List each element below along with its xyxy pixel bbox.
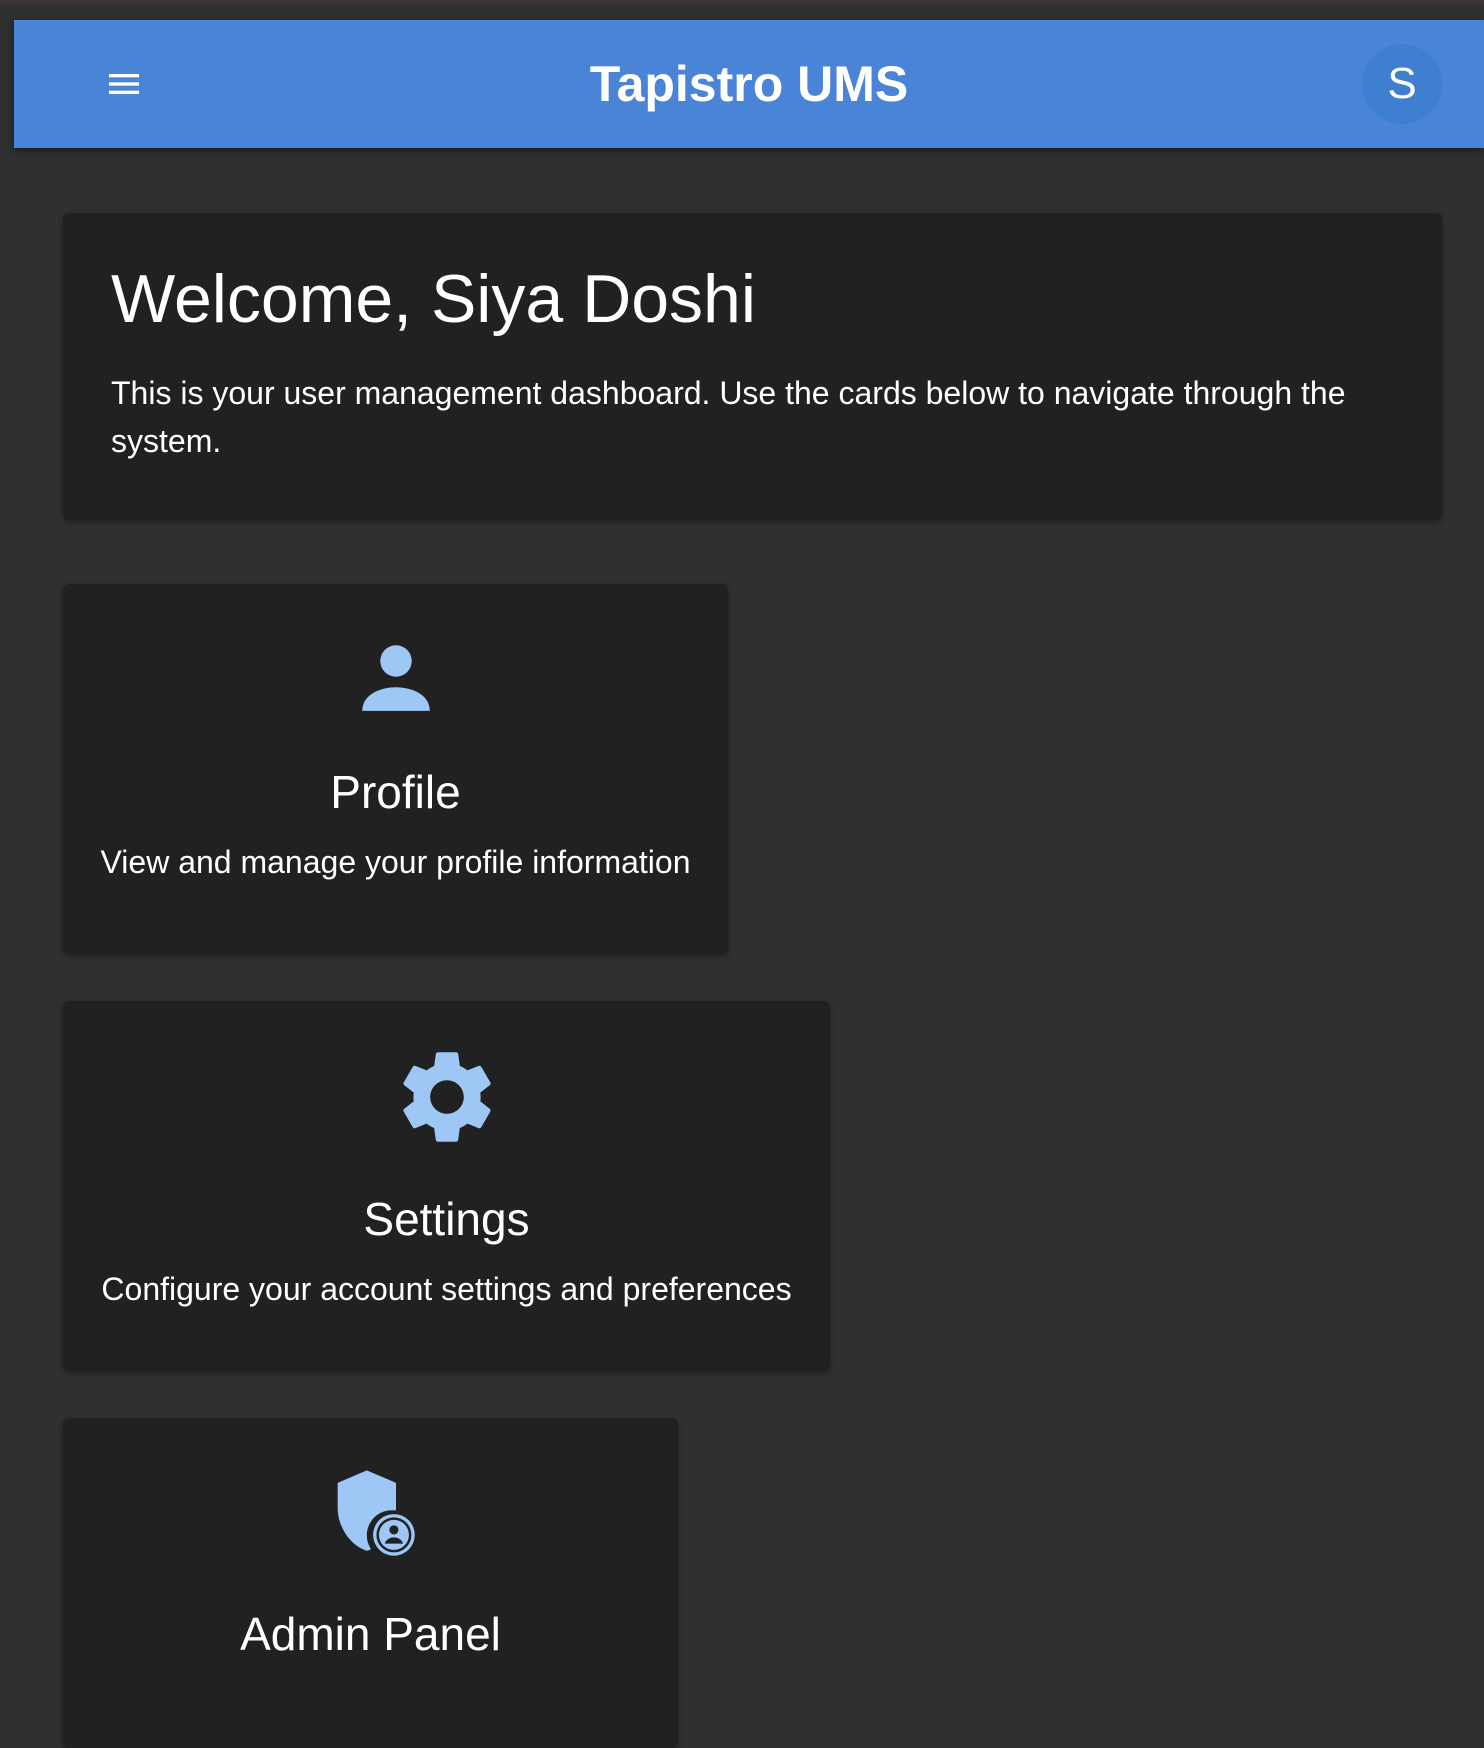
admin-panel-card[interactable]: Admin Panel — [63, 1418, 678, 1748]
profile-card[interactable]: Profile View and manage your profile inf… — [63, 584, 728, 954]
card-description: View and manage your profile information — [100, 844, 691, 880]
app-title: Tapistro UMS — [589, 56, 909, 112]
gear-icon — [402, 1052, 491, 1142]
card-title: Settings — [363, 1193, 530, 1245]
person-icon — [361, 645, 430, 711]
admin-shield-icon — [337, 1470, 415, 1556]
welcome-title: Welcome, Siya Doshi — [111, 261, 756, 337]
welcome-card: Welcome, Siya Doshi This is your user ma… — [63, 213, 1442, 520]
app-bar: Tapistro UMS S — [14, 20, 1484, 148]
avatar[interactable]: S — [1362, 44, 1442, 124]
card-title: Admin Panel — [240, 1608, 501, 1660]
window-top-edge — [0, 0, 1484, 4]
settings-card[interactable]: Settings Configure your account settings… — [63, 1001, 830, 1371]
welcome-text: This is your user management dashboard. … — [111, 375, 1346, 459]
card-description: Configure your account settings and pref… — [101, 1271, 792, 1307]
card-title: Profile — [330, 766, 461, 818]
